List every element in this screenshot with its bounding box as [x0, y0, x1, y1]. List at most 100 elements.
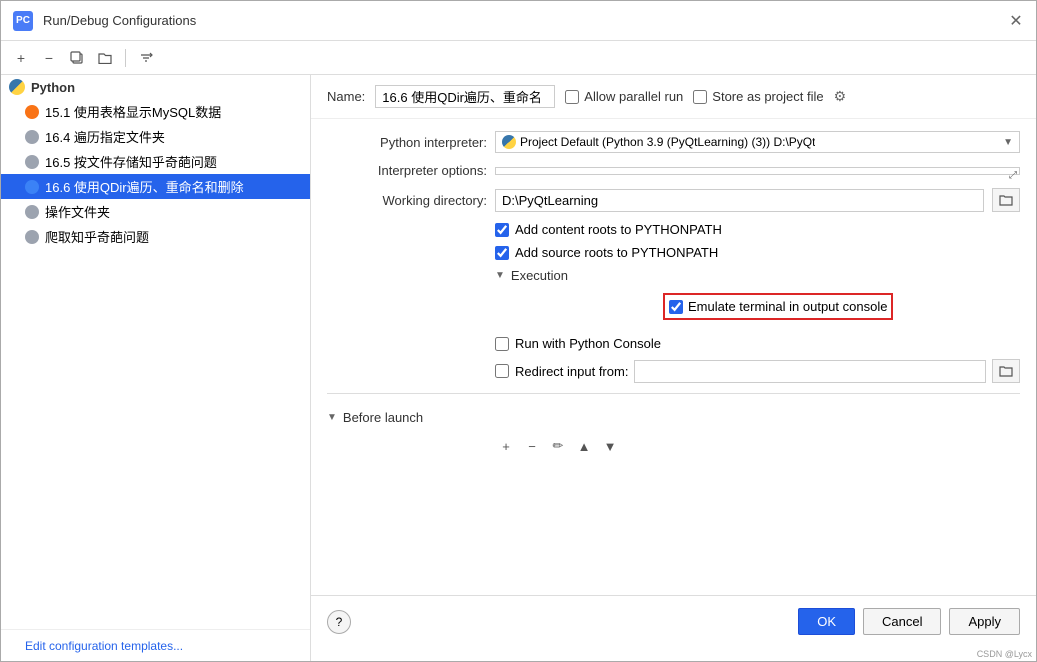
sidebar-scroll: Python 15.1 使用表格显示MySQL数据 16.4 遍历指定文件夹 1…	[1, 75, 310, 629]
interpreter-options-row: Interpreter options: ⤢	[327, 163, 1020, 178]
run-python-console-label: Run with Python Console	[515, 336, 661, 351]
sidebar-item-5[interactable]: 爬取知乎奇葩问题	[1, 224, 310, 249]
store-as-project-label: Store as project file	[693, 89, 823, 104]
item-icon-1	[25, 130, 39, 144]
dropdown-arrow-icon: ▼	[1003, 137, 1013, 148]
name-input[interactable]	[375, 85, 555, 108]
before-launch-remove-button[interactable]: −	[521, 435, 543, 457]
before-launch-down-button[interactable]: ▼	[599, 435, 621, 457]
interpreter-dropdown[interactable]: Project Default (Python 3.9 (PyQtLearnin…	[495, 131, 1020, 153]
help-button[interactable]: ?	[327, 610, 351, 634]
config-body: Python interpreter: Project Default (Pyt…	[311, 119, 1036, 595]
redirect-input-row: Redirect input from:	[495, 359, 1020, 383]
working-dir-value: D:\PyQtLearning	[502, 193, 977, 208]
store-as-project-checkbox[interactable]	[693, 90, 707, 104]
before-launch-up-button[interactable]: ▲	[573, 435, 595, 457]
emulate-terminal-label: Emulate terminal in output console	[688, 299, 887, 314]
title-bar: PC Run/Debug Configurations ✕	[1, 1, 1036, 41]
add-source-roots-row: Add source roots to PYTHONPATH	[495, 245, 1020, 260]
main-panel: Name: Allow parallel run Store as projec…	[311, 75, 1036, 661]
remove-button[interactable]: −	[37, 46, 61, 70]
sidebar-footer: Edit configuration templates...	[1, 629, 310, 661]
interpreter-options-input[interactable]: ⤢	[495, 167, 1020, 175]
name-label: Name:	[327, 89, 365, 104]
config-header: Name: Allow parallel run Store as projec…	[311, 75, 1036, 119]
add-button[interactable]: +	[9, 46, 33, 70]
toolbar: + −	[1, 41, 1036, 75]
sidebar-item-label-5: 爬取知乎奇葩问题	[45, 227, 149, 246]
redirect-browse-button[interactable]	[992, 359, 1020, 383]
sidebar-item-label-4: 操作文件夹	[45, 202, 110, 221]
item-icon-4	[25, 205, 39, 219]
close-icon[interactable]: ✕	[1008, 13, 1024, 29]
sidebar-wrapper: Python 15.1 使用表格显示MySQL数据 16.4 遍历指定文件夹 1…	[1, 75, 310, 661]
before-launch-label: Before launch	[343, 410, 423, 425]
python-icon	[9, 79, 25, 95]
add-source-roots-label: Add source roots to PYTHONPATH	[515, 245, 718, 260]
cancel-button[interactable]: Cancel	[863, 608, 941, 635]
apply-button[interactable]: Apply	[949, 608, 1020, 635]
sidebar-item-0[interactable]: 15.1 使用表格显示MySQL数据	[1, 99, 310, 124]
working-dir-label: Working directory:	[327, 193, 487, 208]
redirect-label: Redirect input from:	[515, 364, 628, 379]
sidebar-item-label-0: 15.1 使用表格显示MySQL数据	[45, 102, 221, 121]
folder-button[interactable]	[93, 46, 117, 70]
dialog-title: Run/Debug Configurations	[43, 13, 998, 28]
redirect-checkbox[interactable]	[495, 364, 509, 378]
before-launch-section: ▼ Before launch + − ✏ ▲ ▼	[327, 393, 1020, 457]
add-content-roots-label: Add content roots to PYTHONPATH	[515, 222, 722, 237]
footer: ? OK Cancel Apply	[311, 595, 1036, 647]
before-launch-edit-button[interactable]: ✏	[547, 435, 569, 457]
sidebar-item-label-1: 16.4 遍历指定文件夹	[45, 127, 165, 146]
item-icon-5	[25, 230, 39, 244]
interpreter-py-icon	[502, 135, 516, 149]
edit-templates-link[interactable]: Edit configuration templates...	[13, 631, 195, 661]
copy-button[interactable]	[65, 46, 89, 70]
working-dir-browse-button[interactable]	[992, 188, 1020, 212]
interpreter-text: Project Default (Python 3.9 (PyQtLearnin…	[502, 135, 1003, 149]
sidebar-item-3[interactable]: 16.6 使用QDir遍历、重命名和删除	[1, 174, 310, 199]
execution-triangle-icon[interactable]: ▼	[495, 270, 505, 281]
app-icon: PC	[13, 11, 33, 31]
add-content-roots-row: Add content roots to PYTHONPATH	[495, 222, 1020, 237]
run-python-console-row: Run with Python Console	[495, 336, 1020, 351]
redirect-input[interactable]	[634, 360, 986, 383]
working-dir-input[interactable]: D:\PyQtLearning	[495, 189, 984, 212]
working-dir-row: Working directory: D:\PyQtLearning	[327, 188, 1020, 212]
run-debug-dialog: PC Run/Debug Configurations ✕ + −	[0, 0, 1037, 662]
interpreter-options-label: Interpreter options:	[327, 163, 487, 178]
item-icon-0	[25, 105, 39, 119]
expand-icon[interactable]: ⤢	[1009, 170, 1017, 181]
toolbar-separator	[125, 49, 126, 67]
add-source-roots-checkbox[interactable]	[495, 246, 509, 260]
gear-button[interactable]: ⚙	[834, 88, 847, 105]
sidebar-item-4[interactable]: 操作文件夹	[1, 199, 310, 224]
execution-section-header: ▼ Execution	[495, 268, 1020, 283]
run-python-console-checkbox[interactable]	[495, 337, 509, 351]
sidebar-item-1[interactable]: 16.4 遍历指定文件夹	[1, 124, 310, 149]
sort-button[interactable]	[134, 46, 158, 70]
footer-left: ?	[327, 610, 351, 634]
before-launch-add-button[interactable]: +	[495, 435, 517, 457]
sidebar-item-label-2: 16.5 按文件存储知乎奇葩问题	[45, 152, 217, 171]
sidebar-python-header: Python	[1, 75, 310, 99]
item-icon-3	[25, 180, 39, 194]
add-content-roots-checkbox[interactable]	[495, 223, 509, 237]
emulate-terminal-wrapper: Emulate terminal in output console	[495, 293, 1020, 328]
execution-section-label: Execution	[511, 268, 568, 283]
sidebar-section-label: Python	[31, 80, 75, 95]
sidebar-item-label-3: 16.6 使用QDir遍历、重命名和删除	[45, 177, 244, 196]
before-launch-triangle-icon[interactable]: ▼	[327, 412, 337, 423]
interpreter-row: Python interpreter: Project Default (Pyt…	[327, 131, 1020, 153]
sidebar: Python 15.1 使用表格显示MySQL数据 16.4 遍历指定文件夹 1…	[1, 75, 311, 661]
sidebar-item-2[interactable]: 16.5 按文件存储知乎奇葩问题	[1, 149, 310, 174]
emulate-terminal-checkbox[interactable]	[669, 300, 683, 314]
item-icon-2	[25, 155, 39, 169]
allow-parallel-label: Allow parallel run	[565, 89, 683, 104]
allow-parallel-checkbox[interactable]	[565, 90, 579, 104]
content-area: Python 15.1 使用表格显示MySQL数据 16.4 遍历指定文件夹 1…	[1, 75, 1036, 661]
ok-button[interactable]: OK	[798, 608, 855, 635]
footer-right: OK Cancel Apply	[798, 608, 1020, 635]
before-launch-toolbar: + − ✏ ▲ ▼	[327, 435, 1020, 457]
credits: CSDN @Lycx	[311, 647, 1036, 661]
